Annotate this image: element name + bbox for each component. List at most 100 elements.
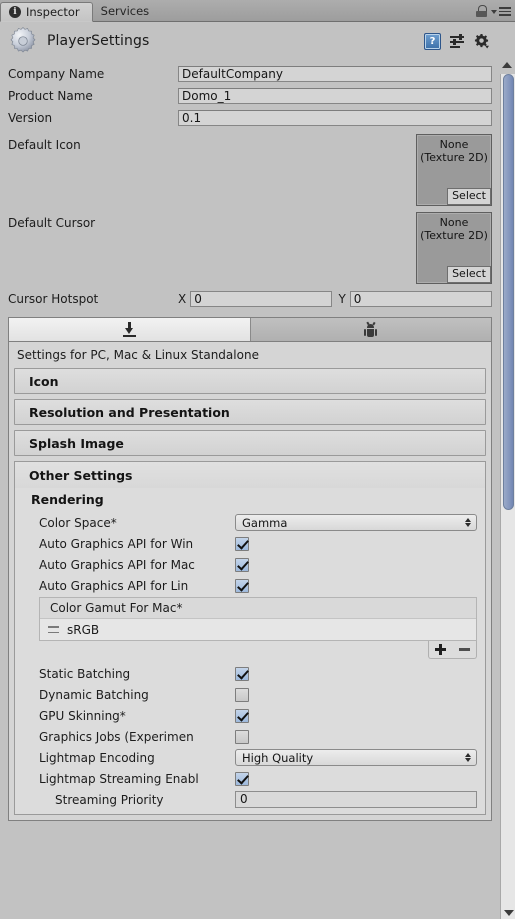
window-tab-bar: i Inspector Services xyxy=(0,0,515,22)
gpu-skinning-label: GPU Skinning* xyxy=(39,708,126,723)
prop-auto-graphics-api-lin: Auto Graphics API for Lin xyxy=(15,575,485,596)
field-version: Version 0.1 xyxy=(0,107,500,129)
prop-lightmap-encoding: Lightmap Encoding High Quality xyxy=(15,747,485,768)
version-input[interactable]: 0.1 xyxy=(178,110,492,126)
auto-graphics-api-win-checkbox[interactable] xyxy=(235,536,249,551)
inspector-window: i Inspector Services PlayerSettings ? Co… xyxy=(0,0,515,919)
auto-graphics-api-lin-checkbox[interactable] xyxy=(235,578,249,593)
default-icon-value-line1: None xyxy=(439,138,469,151)
remove-icon[interactable] xyxy=(459,648,470,651)
lightmap-encoding-value: High Quality xyxy=(242,750,314,765)
product-name-input[interactable]: Domo_1 xyxy=(178,88,492,104)
cursor-hotspot-label: Cursor Hotspot xyxy=(8,292,99,306)
page-title: PlayerSettings xyxy=(47,33,150,49)
prop-static-batching: Static Batching xyxy=(15,663,485,684)
color-space-value: Gamma xyxy=(242,515,288,530)
lightmap-streaming-checkbox[interactable] xyxy=(235,771,249,786)
rendering-subheader: Rendering xyxy=(31,492,104,507)
product-name-label: Product Name xyxy=(8,89,93,103)
auto-graphics-api-mac-checkbox[interactable] xyxy=(235,557,249,572)
gpu-skinning-checkbox[interactable] xyxy=(235,708,249,723)
default-cursor-value-line1: None xyxy=(439,216,469,229)
cursor-hotspot-x-label: X xyxy=(178,292,187,306)
prop-auto-graphics-api-win: Auto Graphics API for Win xyxy=(15,533,485,554)
standalone-download-icon xyxy=(122,322,136,337)
dynamic-batching-checkbox[interactable] xyxy=(235,687,249,702)
cursor-hotspot-y-label: Y xyxy=(338,292,346,306)
scroll-down-arrow-icon[interactable] xyxy=(504,910,514,916)
version-label: Version xyxy=(8,111,53,125)
auto-graphics-api-mac-label: Auto Graphics API for Mac xyxy=(39,557,195,572)
platform-tab-bar xyxy=(8,317,492,341)
lock-icon[interactable] xyxy=(476,5,488,18)
prop-streaming-priority: Streaming Priority 0 xyxy=(15,789,485,810)
list-item[interactable]: sRGB xyxy=(40,619,476,640)
foldout-icon[interactable]: Icon xyxy=(14,368,486,394)
inspector-content: Company Name DefaultCompany Product Name… xyxy=(0,60,515,919)
add-icon[interactable] xyxy=(435,644,446,655)
prop-color-space: Color Space* Gamma xyxy=(15,512,485,533)
scroll-up-arrow-icon[interactable] xyxy=(502,62,512,68)
prop-lightmap-streaming: Lightmap Streaming Enabl xyxy=(15,768,485,789)
chevron-updown-icon xyxy=(465,517,472,528)
chevron-updown-icon xyxy=(465,752,472,763)
hamburger-menu-icon[interactable] xyxy=(491,7,511,16)
help-icon[interactable]: ? xyxy=(424,32,441,50)
default-icon-object-field[interactable]: None (Texture 2D) Select xyxy=(416,134,492,206)
cursor-hotspot-y-input[interactable]: 0 xyxy=(349,291,492,307)
foldout-resolution-label: Resolution and Presentation xyxy=(29,404,230,420)
tab-inspector-label: Inspector xyxy=(26,5,80,19)
lightmap-encoding-dropdown[interactable]: High Quality xyxy=(235,749,477,766)
foldout-splash-label: Splash Image xyxy=(29,435,124,451)
streaming-priority-label: Streaming Priority xyxy=(55,792,164,807)
chevron-down-icon xyxy=(491,9,497,14)
graphics-jobs-label: Graphics Jobs (Experimen xyxy=(39,729,194,744)
field-company-name: Company Name DefaultCompany xyxy=(0,63,500,85)
prop-gpu-skinning: GPU Skinning* xyxy=(15,705,485,726)
default-cursor-select-button[interactable]: Select xyxy=(447,266,491,283)
default-icon-select-button[interactable]: Select xyxy=(447,188,491,205)
prop-dynamic-batching: Dynamic Batching xyxy=(15,684,485,705)
drag-handle-icon[interactable] xyxy=(48,626,59,633)
vertical-scrollbar[interactable] xyxy=(500,60,515,919)
gear-dropdown-icon[interactable] xyxy=(474,33,489,49)
foldout-splash-image[interactable]: Splash Image xyxy=(14,430,486,456)
field-product-name: Product Name Domo_1 xyxy=(0,85,500,107)
inspector-header: PlayerSettings ? xyxy=(0,22,515,60)
menu-lines-icon xyxy=(499,7,511,16)
info-icon: i xyxy=(9,6,21,18)
tab-services[interactable]: Services xyxy=(93,1,162,21)
color-gamut-list-header: Color Gamut For Mac* xyxy=(40,598,476,619)
field-cursor-hotspot: Cursor Hotspot X 0 Y 0 xyxy=(0,288,500,310)
foldout-icon-label: Icon xyxy=(29,373,59,389)
platform-tab-standalone[interactable] xyxy=(9,318,251,341)
foldout-resolution-and-presentation[interactable]: Resolution and Presentation xyxy=(14,399,486,425)
scrollbar-thumb[interactable] xyxy=(503,74,514,510)
other-settings-header[interactable]: Other Settings xyxy=(15,462,485,488)
graphics-jobs-checkbox[interactable] xyxy=(235,729,249,744)
field-default-cursor: Default Cursor None (Texture 2D) Select xyxy=(0,212,500,288)
color-space-dropdown[interactable]: Gamma xyxy=(235,514,477,531)
company-name-input[interactable]: DefaultCompany xyxy=(178,66,492,82)
window-tab-bar-actions xyxy=(476,5,515,21)
prop-graphics-jobs: Graphics Jobs (Experimen xyxy=(15,726,485,747)
inspector-header-actions: ? xyxy=(424,32,509,50)
dynamic-batching-label: Dynamic Batching xyxy=(39,687,149,702)
default-cursor-object-field[interactable]: None (Texture 2D) Select xyxy=(416,212,492,284)
platform-tab-android[interactable] xyxy=(250,318,491,341)
android-robot-icon xyxy=(364,321,378,337)
platform-settings-panel: Settings for PC, Mac & Linux Standalone … xyxy=(8,341,492,821)
streaming-priority-input[interactable]: 0 xyxy=(235,791,477,808)
color-gamut-item-label: sRGB xyxy=(67,622,100,637)
tab-inspector[interactable]: i Inspector xyxy=(0,2,93,22)
cursor-hotspot-x-input[interactable]: 0 xyxy=(190,291,333,307)
lightmap-streaming-label: Lightmap Streaming Enabl xyxy=(39,771,199,786)
color-gamut-list: Color Gamut For Mac* sRGB xyxy=(39,597,477,641)
default-cursor-value-line2: (Texture 2D) xyxy=(420,229,488,242)
prop-auto-graphics-api-mac: Auto Graphics API for Mac xyxy=(15,554,485,575)
static-batching-checkbox[interactable] xyxy=(235,666,249,681)
auto-graphics-api-win-label: Auto Graphics API for Win xyxy=(39,536,194,551)
preset-icon[interactable] xyxy=(450,34,465,48)
lightmap-encoding-label: Lightmap Encoding xyxy=(39,750,155,765)
auto-graphics-api-lin-label: Auto Graphics API for Lin xyxy=(39,578,189,593)
